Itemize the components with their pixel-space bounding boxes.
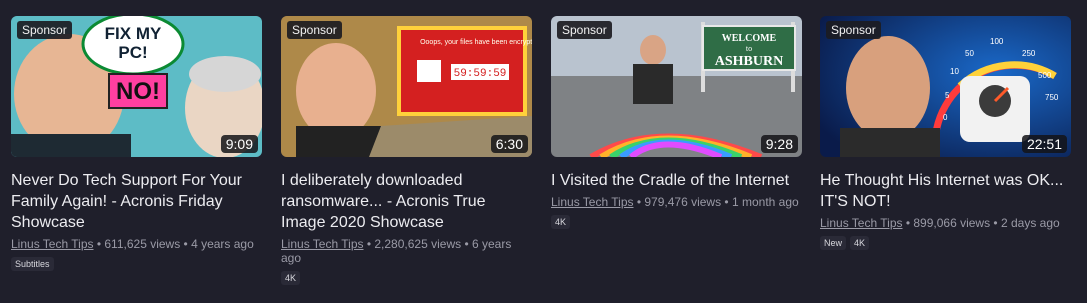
subtitles-badge: Subtitles — [11, 257, 54, 271]
badge-row: 4K — [551, 215, 802, 229]
sponsor-badge: Sponsor — [287, 21, 342, 39]
4k-badge: 4K — [281, 271, 301, 285]
svg-text:Ooops, your files have been en: Ooops, your files have been encrypted! — [420, 39, 532, 46]
svg-text:FIX MY: FIX MY — [105, 24, 162, 43]
badge-row: Subtitles — [11, 257, 262, 271]
4k-badge: 4K — [551, 215, 571, 229]
sponsor-badge: Sponsor — [17, 21, 72, 39]
svg-text:10: 10 — [950, 67, 959, 76]
badge-row: 4K — [281, 271, 532, 285]
video-meta: Linus Tech Tips • 979,476 views • 1 mont… — [551, 195, 802, 209]
video-thumbnail[interactable]: FIX MY PC! NO! Sponsor 9:09 — [11, 16, 262, 157]
video-title[interactable]: I Visited the Cradle of the Internet — [551, 170, 802, 191]
video-duration: 6:30 — [490, 135, 528, 153]
video-duration: 22:51 — [1021, 135, 1067, 153]
video-meta: Linus Tech Tips • 899,066 views • 2 days… — [820, 216, 1071, 230]
svg-text:ASHBURN: ASHBURN — [715, 54, 783, 69]
video-duration: 9:28 — [760, 135, 798, 153]
video-meta: Linus Tech Tips • 2,280,625 views • 6 ye… — [281, 237, 532, 265]
video-stats: • 899,066 views • 2 days ago — [905, 216, 1060, 230]
badge-row: New 4K — [820, 236, 1071, 250]
svg-text:NO!: NO! — [116, 78, 160, 105]
sponsor-badge: Sponsor — [826, 21, 881, 39]
video-meta: Linus Tech Tips • 611,625 views • 4 year… — [11, 237, 262, 251]
svg-text:50: 50 — [965, 49, 974, 58]
svg-text:5: 5 — [945, 91, 950, 100]
video-title[interactable]: I deliberately downloaded ransomware... … — [281, 170, 532, 233]
video-duration: 9:09 — [220, 135, 258, 153]
svg-text:0: 0 — [943, 113, 948, 122]
4k-badge: 4K — [850, 236, 870, 250]
video-thumbnail[interactable]: Ooops, your files have been encrypted! 5… — [281, 16, 532, 157]
video-card[interactable]: FIX MY PC! NO! Sponsor 9:09 Never Do Tec… — [11, 16, 262, 271]
video-thumbnail[interactable]: WELCOME to ASHBURN Sponsor 9:28 — [551, 16, 802, 157]
svg-text:59:59:59: 59:59:59 — [454, 68, 507, 80]
video-thumbnail[interactable]: 50 100 250 500 750 10 5 0 Sponsor 22:51 — [820, 16, 1071, 157]
video-stats: • 611,625 views • 4 years ago — [96, 237, 254, 251]
svg-text:500: 500 — [1038, 71, 1052, 80]
new-badge: New — [820, 236, 847, 250]
video-title[interactable]: He Thought His Internet was OK... IT'S N… — [820, 170, 1071, 212]
video-stats: • 979,476 views • 1 month ago — [636, 195, 799, 209]
channel-link[interactable]: Linus Tech Tips — [551, 195, 634, 209]
video-title[interactable]: Never Do Tech Support For Your Family Ag… — [11, 170, 262, 233]
svg-text:250: 250 — [1022, 49, 1036, 58]
video-card[interactable]: 50 100 250 500 750 10 5 0 Sponsor 22:51 … — [820, 16, 1071, 250]
sponsor-badge: Sponsor — [557, 21, 612, 39]
video-card[interactable]: Ooops, your files have been encrypted! 5… — [281, 16, 532, 285]
channel-link[interactable]: Linus Tech Tips — [11, 237, 94, 251]
channel-link[interactable]: Linus Tech Tips — [820, 216, 903, 230]
channel-link[interactable]: Linus Tech Tips — [281, 237, 364, 251]
svg-text:to: to — [746, 44, 752, 53]
svg-text:100: 100 — [990, 37, 1004, 46]
svg-text:PC!: PC! — [118, 43, 147, 62]
svg-text:750: 750 — [1045, 93, 1059, 102]
video-card[interactable]: WELCOME to ASHBURN Sponsor 9:28 I Visite… — [551, 16, 802, 229]
svg-text:WELCOME: WELCOME — [722, 33, 777, 44]
